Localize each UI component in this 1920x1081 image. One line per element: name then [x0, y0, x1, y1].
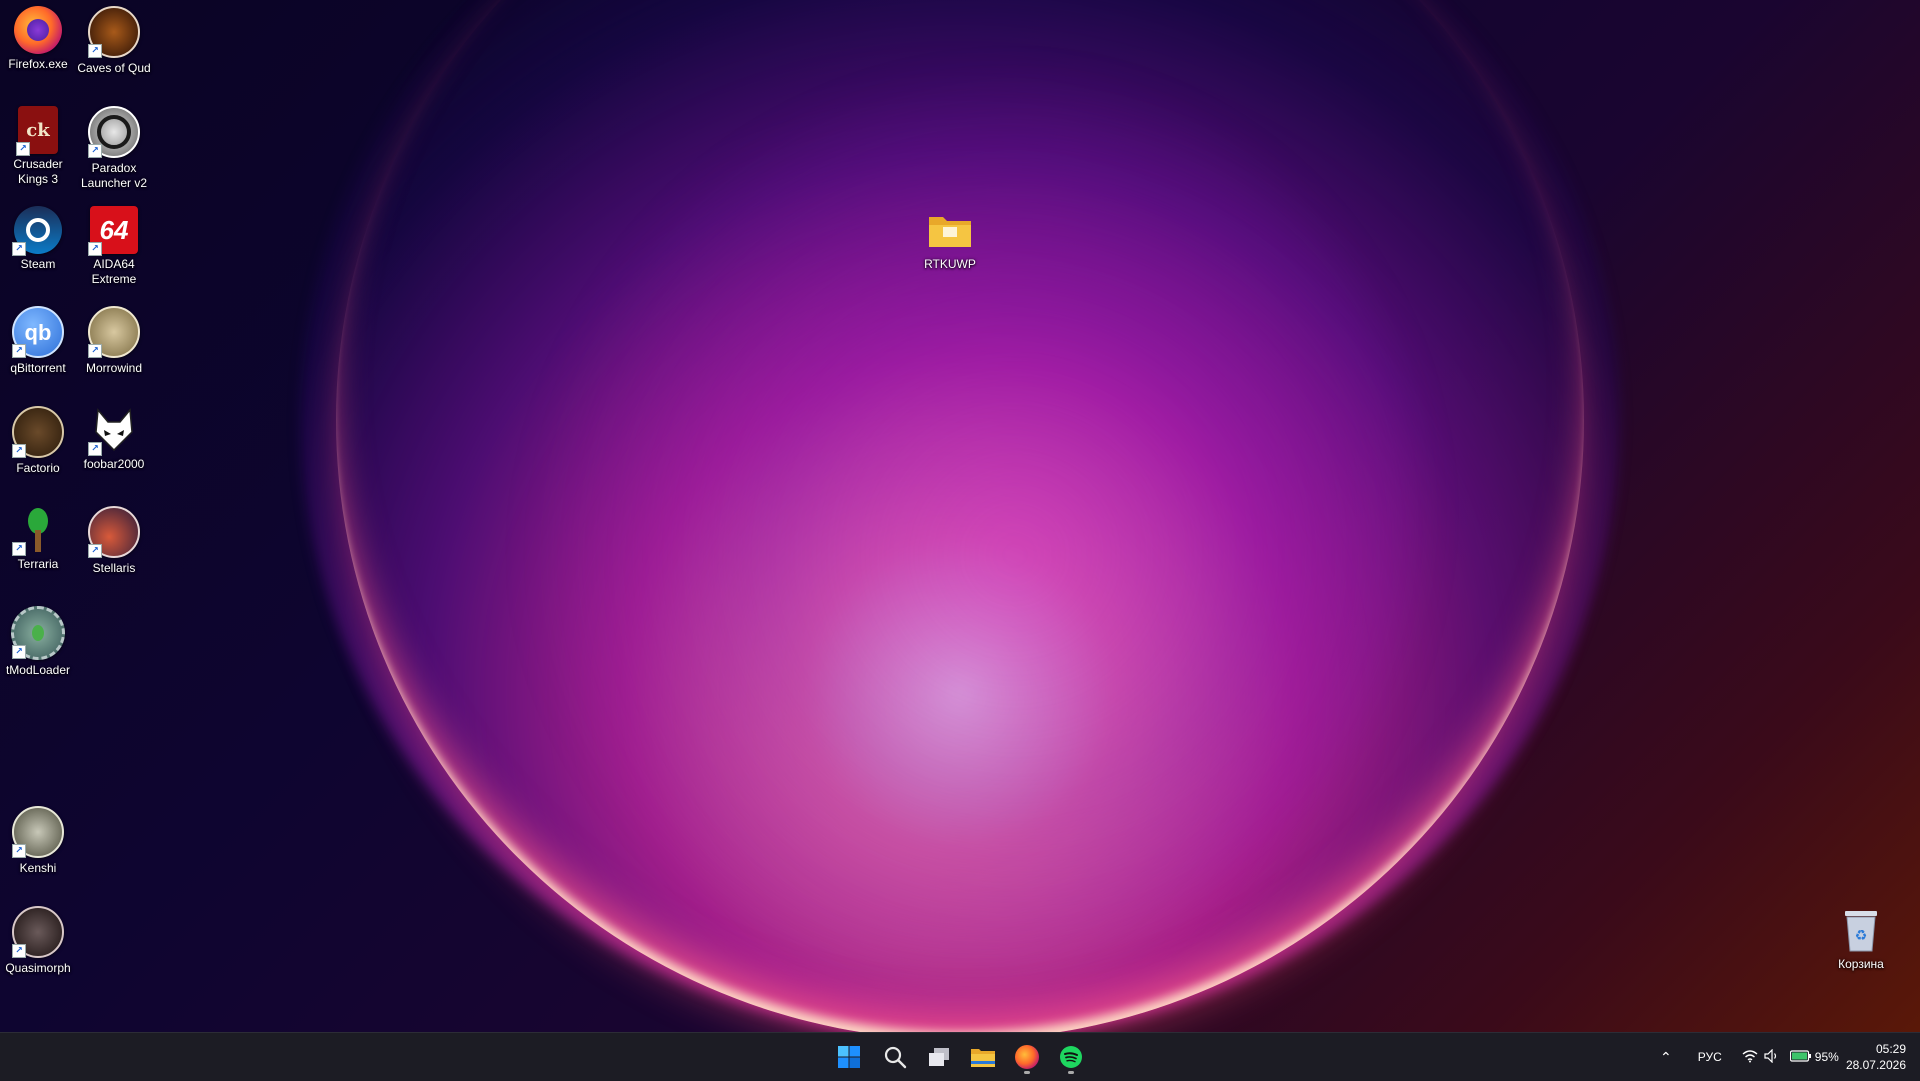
caves-of-qud-icon: ↗ — [88, 6, 140, 58]
shortcut-arrow-icon: ↗ — [12, 542, 26, 556]
battery-percentage: 95% — [1814, 1050, 1839, 1064]
desktop-icon-recycle-bin[interactable]: ♻ Корзина — [1823, 900, 1899, 972]
desktop-icon-factorio[interactable]: ↗ Factorio — [0, 400, 76, 476]
shortcut-arrow-icon: ↗ — [88, 442, 102, 456]
shortcut-arrow-icon: ↗ — [12, 844, 26, 858]
wifi-icon[interactable] — [1742, 1049, 1758, 1066]
desktop-icon-label: Корзина — [1838, 957, 1884, 971]
desktop-icon-label: Morrowind — [85, 361, 142, 375]
task-view-icon — [929, 1048, 949, 1066]
kenshi-icon: ↗ — [12, 806, 64, 858]
desktop-icon-label: Crusader Kings 3 — [13, 157, 63, 186]
desktop[interactable]: Firefox.exe ck ↗ Crusader Kings 3 ↗ Stea… — [0, 0, 1920, 1032]
system-tray: ⌃ РУС 95% — [1652, 1033, 1839, 1081]
folder-icon — [971, 1049, 995, 1067]
desktop-icon-caves-of-qud[interactable]: ↗ Caves of Qud — [76, 0, 152, 76]
task-view-button[interactable] — [920, 1039, 958, 1075]
quasimorph-icon: ↗ — [12, 906, 64, 958]
folder-icon — [926, 206, 974, 254]
desktop-icon-foobar2000[interactable]: ↗ foobar2000 — [76, 400, 152, 472]
shortcut-arrow-icon: ↗ — [16, 142, 30, 156]
input-language-indicator[interactable]: РУС — [1698, 1050, 1722, 1064]
speaker-icon[interactable] — [1764, 1048, 1780, 1066]
show-hidden-icons-chevron-icon[interactable]: ⌃ — [1652, 1049, 1680, 1066]
running-indicator — [1068, 1071, 1074, 1074]
desktop-icon-stellaris[interactable]: ↗ Stellaris — [76, 500, 152, 576]
shortcut-arrow-icon: ↗ — [12, 444, 26, 458]
start-button[interactable] — [830, 1039, 868, 1075]
desktop-icon-tmodloader[interactable]: ↗ tModLoader — [0, 600, 76, 678]
desktop-icon-kenshi[interactable]: ↗ Kenshi — [0, 800, 76, 876]
spotify-taskbar-button[interactable] — [1052, 1039, 1090, 1075]
tmodloader-icon: ↗ — [11, 606, 65, 660]
desktop-icon-paradox-launcher[interactable]: ↗ Paradox Launcher v2 — [76, 100, 152, 191]
factorio-icon: ↗ — [12, 406, 64, 458]
search-icon — [884, 1046, 907, 1069]
steam-icon: ↗ — [12, 206, 62, 256]
shortcut-arrow-icon: ↗ — [88, 144, 102, 158]
shortcut-arrow-icon: ↗ — [88, 242, 102, 256]
desktop-icon-aida64[interactable]: 64 ↗ AIDA64 Extreme — [76, 200, 152, 287]
aida64-icon: 64 ↗ — [88, 206, 138, 256]
desktop-icon-label: Factorio — [16, 461, 60, 475]
shortcut-arrow-icon: ↗ — [12, 344, 26, 358]
firefox-icon — [14, 6, 62, 54]
shortcut-arrow-icon: ↗ — [12, 944, 26, 958]
desktop-icon-label: Terraria — [17, 557, 59, 571]
desktop-icon-morrowind[interactable]: ↗ Morrowind — [76, 300, 152, 376]
desktop-icon-quasimorph[interactable]: ↗ Quasimorph — [0, 900, 76, 976]
morrowind-icon: ↗ — [88, 306, 140, 358]
running-indicator — [1024, 1071, 1030, 1074]
desktop-icon-label: Paradox Launcher v2 — [80, 161, 148, 190]
desktop-icon-label: Quasimorph — [5, 961, 71, 975]
desktop-icon-rtkuwp-folder[interactable]: RTKUWP — [912, 200, 988, 272]
clock[interactable]: 05:29 28.07.2026 — [1846, 1041, 1906, 1073]
desktop-icon-label: tModLoader — [5, 663, 71, 677]
desktop-icon-label: Stellaris — [92, 561, 136, 575]
desktop-icon-label: qBittorrent — [10, 361, 66, 375]
taskbar: ⌃ РУС 95% 05:29 28.07.2026 — [0, 1032, 1920, 1081]
svg-text:♻: ♻ — [1855, 928, 1868, 944]
battery-icon[interactable] — [1789, 1049, 1812, 1065]
file-explorer-button[interactable] — [964, 1039, 1002, 1075]
desktop-icon-label: Steam — [20, 257, 56, 271]
desktop-icon-label: Kenshi — [19, 861, 57, 875]
recycle-bin-icon: ♻ — [1837, 906, 1885, 954]
qbittorrent-icon: qb ↗ — [12, 306, 64, 358]
desktop-icon-label: foobar2000 — [83, 457, 145, 471]
shortcut-arrow-icon: ↗ — [12, 645, 26, 659]
desktop-icon-label: RTKUWP — [924, 257, 976, 271]
shortcut-arrow-icon: ↗ — [12, 242, 26, 256]
clock-date: 28.07.2026 — [1845, 1058, 1906, 1072]
windows-logo-icon — [838, 1046, 860, 1068]
terraria-tree-icon: ↗ — [12, 506, 62, 556]
desktop-icon-steam[interactable]: ↗ Steam — [0, 200, 76, 272]
shortcut-arrow-icon: ↗ — [88, 344, 102, 358]
firefox-icon — [1015, 1045, 1039, 1069]
desktop-icon-label: Caves of Qud — [77, 61, 151, 75]
stellaris-icon: ↗ — [88, 506, 140, 558]
firefox-taskbar-button[interactable] — [1008, 1039, 1046, 1075]
desktop-icon-firefox[interactable]: Firefox.exe — [0, 0, 76, 72]
clock-time: 05:29 — [1875, 1042, 1906, 1056]
search-button[interactable] — [876, 1039, 914, 1075]
desktop-icon-crusader-kings-3[interactable]: ck ↗ Crusader Kings 3 — [0, 100, 76, 187]
foobar2000-fox-icon: ↗ — [88, 406, 138, 456]
shortcut-arrow-icon: ↗ — [88, 544, 102, 558]
crusader-kings-icon: ck ↗ — [16, 106, 58, 156]
paradox-launcher-icon: ↗ — [88, 106, 140, 158]
desktop-icon-label: Firefox.exe — [8, 57, 68, 71]
desktop-icon-terraria[interactable]: ↗ Terraria — [0, 500, 76, 572]
spotify-icon — [1060, 1046, 1082, 1068]
desktop-icon-qbittorrent[interactable]: qb ↗ qBittorrent — [0, 300, 76, 376]
shortcut-arrow-icon: ↗ — [88, 44, 102, 58]
desktop-icon-label: AIDA64 Extreme — [91, 257, 137, 286]
